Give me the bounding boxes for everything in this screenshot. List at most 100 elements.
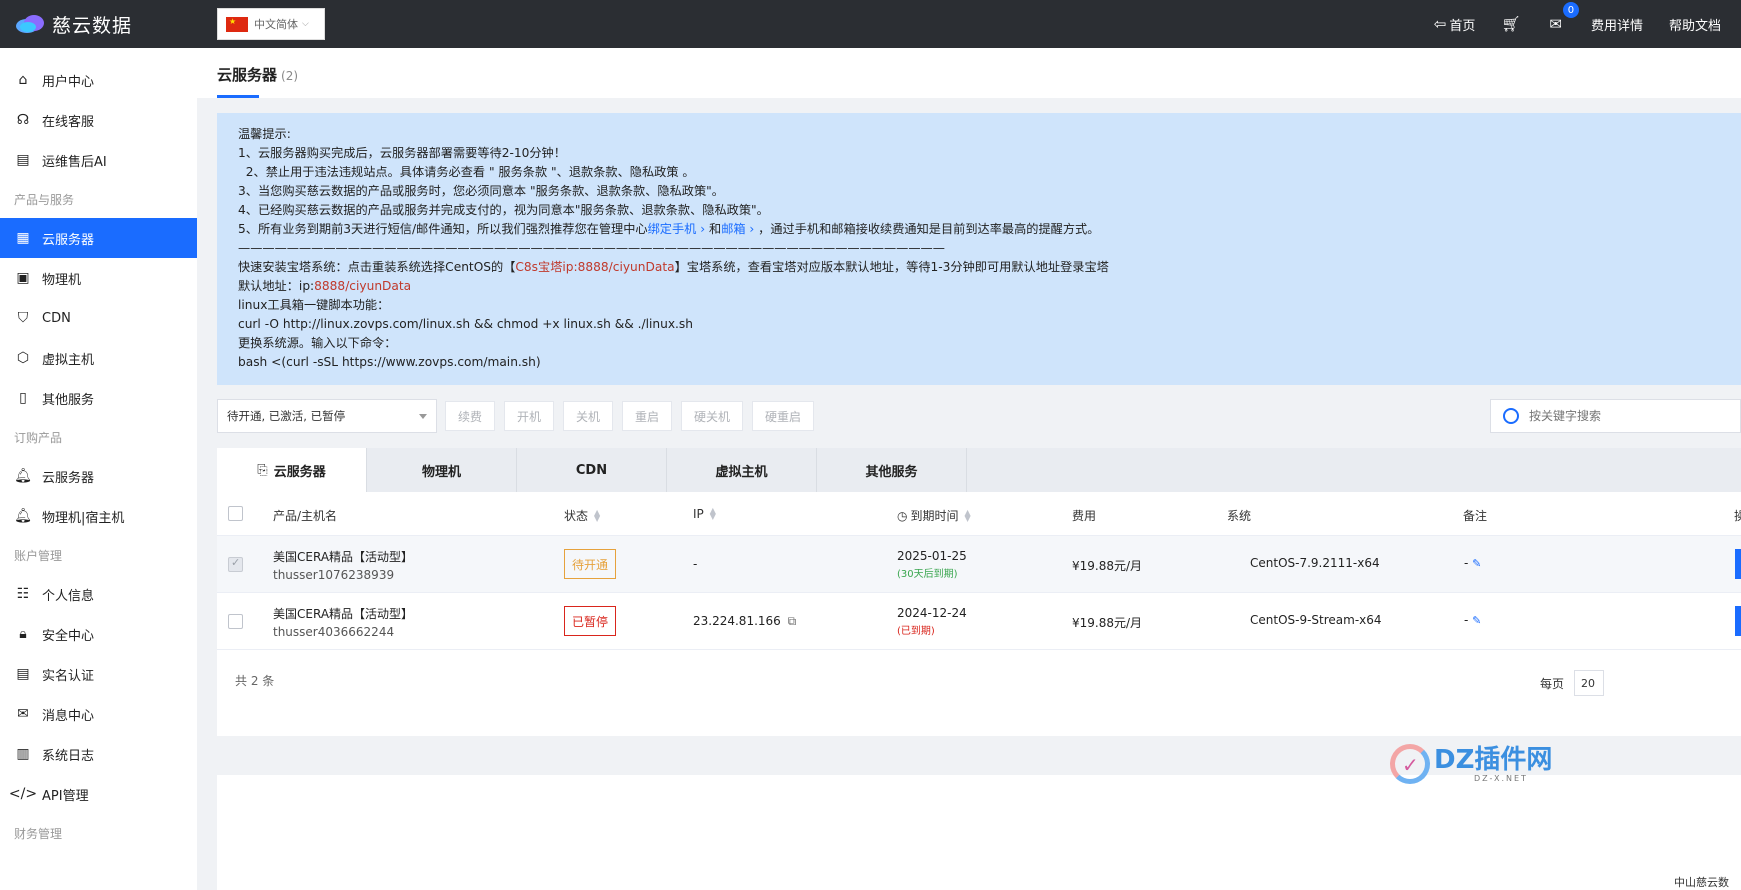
nav-cart[interactable]: 🛒︎ xyxy=(1501,15,1523,33)
sort-icon: ▲ ▼ xyxy=(709,506,716,521)
edit-pencil-icon[interactable]: ✎ xyxy=(1472,614,1481,627)
watermark-sub: DZ-X.NET xyxy=(1474,773,1528,783)
column-header-ip[interactable]: IP ▲ ▼ xyxy=(693,506,716,522)
sidebar-item-label: API管理 xyxy=(42,788,89,804)
column-header-expiry[interactable]: ◷ 到期时间 ▲ ▼ xyxy=(897,507,971,524)
tab-cdn[interactable]: CDN xyxy=(517,448,667,492)
language-selector[interactable]: 中文简体 ⌵ xyxy=(217,8,325,40)
search-input[interactable] xyxy=(1529,409,1719,423)
top-nav: ⇦ 首页 🛒︎ ✉ 0 费用详情 帮助文档 xyxy=(1412,0,1721,48)
book-icon: ▯ xyxy=(19,390,27,406)
bind-phone-link[interactable]: 绑定手机 › xyxy=(648,222,706,236)
sidebar-item-physical[interactable]: ▣ 物理机 xyxy=(0,258,197,298)
page-count: (2) xyxy=(281,69,299,83)
action-button[interactable] xyxy=(1735,606,1741,636)
sidebar-item-label: 物理机 xyxy=(42,272,82,288)
nav-mail[interactable]: ✉ 0 xyxy=(1549,2,1579,33)
sidebar-item-order-cloud[interactable]: 🔔︎ 云服务器 xyxy=(0,456,197,496)
power-on-button[interactable]: 开机 xyxy=(504,401,554,431)
column-header-product: 产品/主机名 xyxy=(273,509,338,523)
nav-home[interactable]: ⇦ 首页 xyxy=(1434,15,1476,34)
sidebar-item-label: 消息中心 xyxy=(42,708,95,724)
table-row[interactable]: 美国CERA精品【活动型】 thusser1076238939 待开通 - 20… xyxy=(217,536,1741,593)
title-bar: 云服务器 (2) xyxy=(197,48,1741,98)
edit-pencil-icon[interactable]: ✎ xyxy=(1472,557,1481,570)
logo[interactable]: 慈云数据 xyxy=(14,10,132,38)
sidebar-item-realname[interactable]: ▤ 实名认证 xyxy=(0,654,197,694)
power-off-button[interactable]: 关机 xyxy=(563,401,613,431)
hard-reboot-button[interactable]: 硬重启 xyxy=(752,401,814,431)
column-header-status[interactable]: 状态 ▲ ▼ xyxy=(564,507,600,524)
notice-text: 默认地址：ip: xyxy=(238,279,315,293)
bottom-panel: 中山慈云数 xyxy=(217,775,1741,890)
notice-command: bash <(curl -sSL https://www.zovps.com/m… xyxy=(238,355,541,369)
fee-cell: ¥19.88元/月 xyxy=(1072,616,1143,630)
sidebar-item-system-log[interactable]: ▥ 系统日志 xyxy=(0,734,197,774)
row-checkbox[interactable] xyxy=(228,556,243,572)
sidebar-item-order-physical[interactable]: 🔔︎ 物理机|宿主机 xyxy=(0,496,197,536)
column-header-label: IP xyxy=(693,507,704,521)
copy-icon[interactable]: ⧉ xyxy=(788,614,797,628)
tab-other-services[interactable]: 其他服务 xyxy=(817,448,967,492)
product-cell: 美国CERA精品【活动型】 thusser1076238939 xyxy=(273,548,413,582)
sidebar-item-api[interactable]: </> API管理 xyxy=(0,774,197,814)
per-page-select[interactable]: 20 xyxy=(1574,670,1605,696)
status-badge: 已暂停 xyxy=(564,606,616,636)
ip-cell: 23.224.81.166 ⧉ xyxy=(693,614,796,629)
sidebar-item-ops-ai[interactable]: ▤ 运维售后AI xyxy=(0,140,197,180)
product-name: 美国CERA精品【活动型】 xyxy=(273,607,414,621)
notice-text: 和 xyxy=(705,222,722,236)
support-icon: ☊ xyxy=(16,112,30,128)
table-row[interactable]: 美国CERA精品【活动型】 thusser4036662244 已暂停 23.2… xyxy=(217,593,1741,650)
row-checkbox[interactable] xyxy=(228,614,243,629)
tab-physical[interactable]: 物理机 xyxy=(367,448,517,492)
note-value: - xyxy=(1464,556,1469,570)
notice-text: 快速安装宝塔系统：点击重装系统选择CentOS的【 xyxy=(238,260,516,274)
notice-line: 1、云服务器购买完成后，云服务器部署需要等待2-10分钟！ xyxy=(238,146,566,160)
sort-icon: ▲ ▼ xyxy=(594,507,601,523)
product-cell: 美国CERA精品【活动型】 thusser4036662244 xyxy=(273,605,413,639)
sidebar-item-label: 在线客服 xyxy=(42,114,95,130)
sidebar-item-cloud-server[interactable]: ▦ 云服务器 xyxy=(0,218,197,258)
toolbar: 待开通, 已激活, 已暂停 续费 开机 关机 重启 硬关机 硬重启 xyxy=(217,399,1741,433)
status-filter-select[interactable]: 待开通, 已激活, 已暂停 xyxy=(217,399,437,433)
expiry-cell: 2025-01-25 (30天后到期) xyxy=(897,549,967,580)
home-arrow-icon: ⇦ xyxy=(1433,15,1447,33)
select-all-checkbox[interactable] xyxy=(228,506,243,521)
column-header-label: 到期时间 xyxy=(910,509,959,523)
tab-cloud-server[interactable]: ⎘ 云服务器 xyxy=(217,448,367,492)
sidebar-item-user-center[interactable]: ⌂ 用户中心 xyxy=(0,60,197,100)
sidebar-item-virtual-host[interactable]: ⬡ 虚拟主机 xyxy=(0,338,197,378)
nav-billing[interactable]: 费用详情 xyxy=(1591,15,1643,34)
expiry-date: 2025-01-25 xyxy=(897,549,967,563)
sidebar-item-profile[interactable]: ☷ 个人信息 xyxy=(0,574,197,614)
status-badge: 待开通 xyxy=(564,549,616,579)
product-tabs: ⎘ 云服务器 物理机 CDN 虚拟主机 其他服务 xyxy=(217,448,1741,492)
fee-cell: ¥19.88元/月 xyxy=(1072,559,1143,573)
sidebar-item-label: 系统日志 xyxy=(42,748,95,764)
sidebar-item-messages[interactable]: ✉ 消息中心 xyxy=(0,694,197,734)
sidebar-item-security[interactable]: 🔒︎ 安全中心 xyxy=(0,614,197,654)
shield-icon: ⛉ xyxy=(17,310,29,326)
logo-text: 慈云数据 xyxy=(52,14,133,37)
bell-icon: 🔔︎ xyxy=(14,508,32,524)
clock-icon: ◷ xyxy=(897,508,908,523)
tab-label: 云服务器 xyxy=(273,464,326,480)
nav-help[interactable]: 帮助文档 xyxy=(1669,15,1721,34)
expiry-cell: 2024-12-24 (已到期) xyxy=(897,606,967,637)
tab-virtual-host[interactable]: 虚拟主机 xyxy=(667,448,817,492)
id-card-icon: ☷ xyxy=(16,586,30,602)
action-button[interactable] xyxy=(1735,549,1741,579)
hard-shutdown-button[interactable]: 硬关机 xyxy=(681,401,743,431)
mail-badge: 0 xyxy=(1562,2,1579,18)
home-icon: ⌂ xyxy=(18,72,28,88)
sidebar-item-other-services[interactable]: ▯ 其他服务 xyxy=(0,378,197,418)
notice-text: 5、所有业务到期前3天进行短信/邮件通知，所以我们强烈推荐您在管理中心 xyxy=(238,222,648,236)
sidebar-item-online-support[interactable]: ☊ 在线客服 xyxy=(0,100,197,140)
expiry-note: (已到期) xyxy=(897,626,935,637)
cube-icon: ⬡ xyxy=(16,350,30,366)
bind-email-link[interactable]: 邮箱 › xyxy=(721,222,754,236)
reboot-button[interactable]: 重启 xyxy=(622,401,672,431)
sidebar-item-cdn[interactable]: ⛉ CDN xyxy=(0,298,197,338)
renew-button[interactable]: 续费 xyxy=(445,401,495,431)
